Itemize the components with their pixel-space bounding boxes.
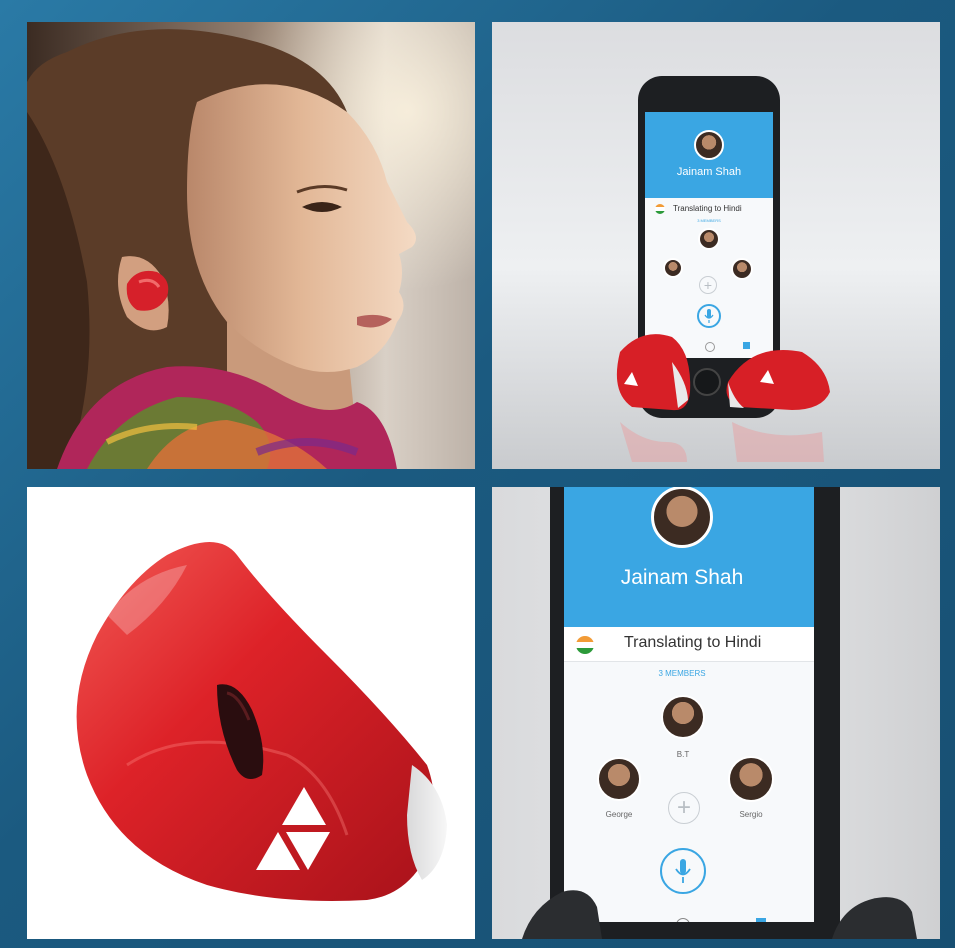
earbud-large-illustration — [76, 542, 447, 901]
dark-earbuds-illustration — [522, 890, 917, 939]
photo-phone-with-earbuds: Jainam Shah Translating to Hindi 3 MEMBE… — [492, 22, 940, 469]
photo-app-closeup: Jainam Shah Translating to Hindi 3 MEMBE… — [492, 487, 940, 939]
woman-portrait-illustration — [27, 22, 475, 469]
earbuds-pair-illustration — [616, 334, 830, 462]
photo-earbud-closeup — [27, 487, 475, 939]
photo-woman-wearing-earbud — [27, 22, 475, 469]
